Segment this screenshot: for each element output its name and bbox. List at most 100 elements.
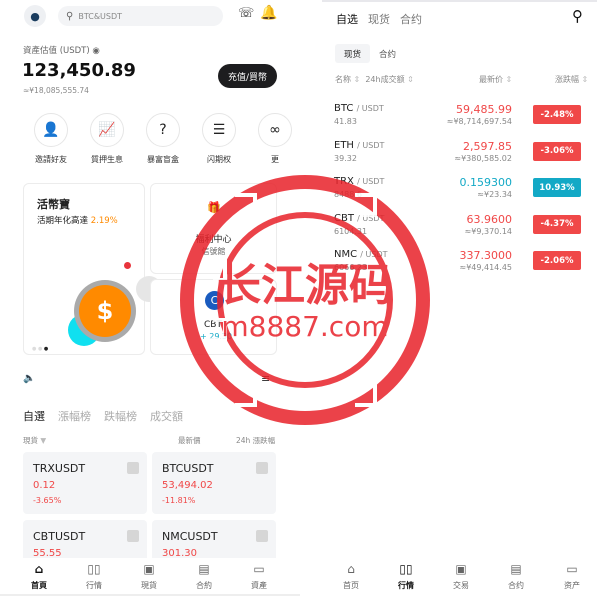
nav-assets[interactable]: ▭ 资产: [547, 562, 597, 591]
pair-cny: ≈¥49,414.45: [459, 263, 512, 272]
promo-subtitle: 活期年化高達 2.19%: [37, 216, 118, 226]
avatar[interactable]: ●: [24, 5, 46, 27]
chart-icon: 📈: [98, 122, 116, 138]
staking-button[interactable]: 📈: [90, 113, 124, 147]
favorite-checkbox[interactable]: [127, 530, 139, 542]
deposit-button[interactable]: 充值/買幣: [218, 64, 277, 88]
nav-assets[interactable]: ▭ 資產: [234, 562, 284, 591]
sort-name[interactable]: 名称 ⇕ 24h成交额 ⇕: [335, 74, 414, 85]
asset-cny: ≈¥18,085,555.74: [23, 86, 89, 95]
pair-symbol: NMCUSDT: [162, 530, 218, 543]
nav-label: 行情: [86, 581, 102, 590]
market-tabs: 自选 现货 合约: [336, 11, 422, 27]
headset-icon[interactable]: ☏: [238, 6, 254, 21]
candlestick-icon: ▯▯: [399, 562, 413, 576]
col-price: 最新價: [178, 436, 201, 445]
flash-option-button[interactable]: ☰: [202, 113, 236, 147]
pair-change: -11.81%: [162, 496, 196, 505]
pair-symbol: BTCUSDT: [162, 462, 214, 475]
invite-friends-button[interactable]: 👤: [34, 113, 68, 147]
pair-cny: ≈¥380,585.02: [454, 153, 512, 163]
wallet-icon: ▭: [253, 562, 265, 576]
asset-label: 資產估值 (USDT) ◉: [23, 46, 100, 56]
quick-label: 闪期权: [207, 155, 231, 164]
menu-icon[interactable]: ≡: [261, 372, 270, 385]
mystery-box-icon: ?: [159, 122, 167, 138]
cbt-card[interactable]: C CBT + 29.30: [150, 279, 277, 355]
nav-home[interactable]: ⌂ 首頁: [14, 562, 64, 591]
pair-symbol: CBTUSDT: [33, 530, 86, 543]
nav-label: 资产: [564, 581, 580, 590]
tab-losers[interactable]: 跌幅榜: [104, 408, 137, 424]
bookmark-icon: ☰: [212, 122, 226, 138]
favorite-checkbox[interactable]: [256, 462, 268, 474]
pair-card[interactable]: BTCUSDT 53,494.02 -11.81%: [152, 452, 276, 514]
pair-name: TRX / USDT: [334, 176, 385, 187]
nav-contract[interactable]: ▤ 合约: [491, 562, 541, 591]
pair-cny: ≈¥23.34: [477, 190, 512, 199]
tab-favorites[interactable]: 自選: [23, 408, 45, 424]
home-screen: ● ⚲ BTC&USDT ☏ 🔔 資產估值 (USDT) ◉ 123,450.8…: [0, 0, 300, 596]
pair-price: 0.12: [33, 480, 56, 491]
search-input[interactable]: ⚲ BTC&USDT: [58, 6, 223, 26]
pair-card[interactable]: TRXUSDT 0.12 -3.65%: [23, 452, 147, 514]
wallet-icon: ▭: [566, 562, 578, 576]
cbt-name: CBT: [204, 320, 222, 330]
sort-change[interactable]: 涨跌幅 ⇕: [555, 74, 588, 85]
announcement-speaker-icon[interactable]: 🔈: [23, 373, 35, 384]
promo-card[interactable]: 活幣寶 活期年化高達 2.19% $ ● ● ●: [23, 183, 162, 355]
cbt-coin-icon: C: [205, 291, 224, 310]
tab-favorites[interactable]: 自选: [336, 11, 358, 27]
change-badge[interactable]: -2.06%: [533, 251, 581, 270]
sort-price[interactable]: 最新价 ⇕: [479, 74, 512, 85]
pair-price: 2,597.85: [463, 139, 512, 153]
tab-gainers[interactable]: 漲幅榜: [58, 408, 91, 424]
market-row[interactable]: CBT / USDT 6104.31 63.9600 ≈¥9,370.14 -4…: [334, 213, 590, 249]
nav-spot[interactable]: ▣ 現貨: [124, 562, 174, 591]
more-button[interactable]: ∞: [258, 113, 292, 147]
nav-label: 資產: [251, 581, 267, 590]
ranking-tabs: 自選 漲幅榜 跌幅榜 成交額: [23, 408, 183, 424]
markets-screen: 自选 现货 合约 ⚲ 现货 合约 名称 ⇕ 24h成交额 ⇕ 最新价 ⇕ 涨跌幅…: [322, 0, 597, 596]
trade-icon: ▣: [143, 562, 155, 576]
nav-label: 首页: [343, 581, 359, 590]
search-icon: ⚲: [66, 10, 74, 22]
search-icon[interactable]: ⚲: [572, 7, 583, 25]
tab-contract[interactable]: 合约: [400, 11, 422, 27]
bell-icon[interactable]: 🔔: [260, 5, 277, 21]
spot-subtab[interactable]: 现货: [335, 44, 370, 63]
tab-spot[interactable]: 现货: [368, 11, 390, 27]
eye-icon[interactable]: ◉: [92, 46, 99, 56]
pair-price: 337.3000: [459, 249, 513, 262]
market-row[interactable]: NMC / USDT 6066.23 337.3000 ≈¥49,414.45 …: [334, 249, 590, 285]
contract-icon: ▤: [198, 562, 210, 576]
pair-name: BTC / USDT: [334, 103, 384, 114]
promo-title: 活幣寶: [37, 198, 70, 211]
asset-value: 123,450.89: [22, 60, 136, 81]
nav-market[interactable]: ▯▯ 行情: [381, 562, 431, 591]
change-badge[interactable]: -3.06%: [533, 141, 581, 161]
home-icon: ⌂: [34, 562, 44, 576]
market-select[interactable]: 現貨 ▼: [23, 435, 46, 446]
change-badge[interactable]: 10.93%: [533, 178, 581, 197]
pair-price: 63.9600: [466, 212, 513, 226]
cbt-change: + 29.30: [200, 332, 233, 341]
nav-home[interactable]: ⌂ 首页: [326, 562, 376, 591]
mystery-box-button[interactable]: ?: [146, 113, 180, 147]
change-badge[interactable]: -2.48%: [533, 105, 581, 124]
contract-subtab[interactable]: 合约: [379, 48, 396, 60]
nav-market[interactable]: ▯▯ 行情: [69, 562, 119, 591]
pair-name: CBT / USDT: [334, 212, 385, 224]
favorite-checkbox[interactable]: [127, 462, 139, 474]
market-row[interactable]: TRX / USDT 8488.6 0.159300 ≈¥23.34 10.93…: [334, 176, 590, 212]
tab-volume[interactable]: 成交額: [150, 408, 183, 424]
nav-contract[interactable]: ▤ 合約: [179, 562, 229, 591]
nav-label: 合約: [196, 581, 212, 590]
favorite-checkbox[interactable]: [256, 530, 268, 542]
market-row[interactable]: BTC / USDT 41.83 59,485.99 ≈¥8,714,697.5…: [334, 103, 590, 139]
welfare-card[interactable]: 🎁 福利中心 信號館: [150, 183, 277, 274]
change-badge[interactable]: -4.37%: [533, 214, 581, 234]
quick-label: 質押生息: [91, 155, 123, 164]
nav-trade[interactable]: ▣ 交易: [436, 562, 486, 591]
market-row[interactable]: ETH / USDT 39.32 2,597.85 ≈¥380,585.02 -…: [334, 140, 590, 176]
